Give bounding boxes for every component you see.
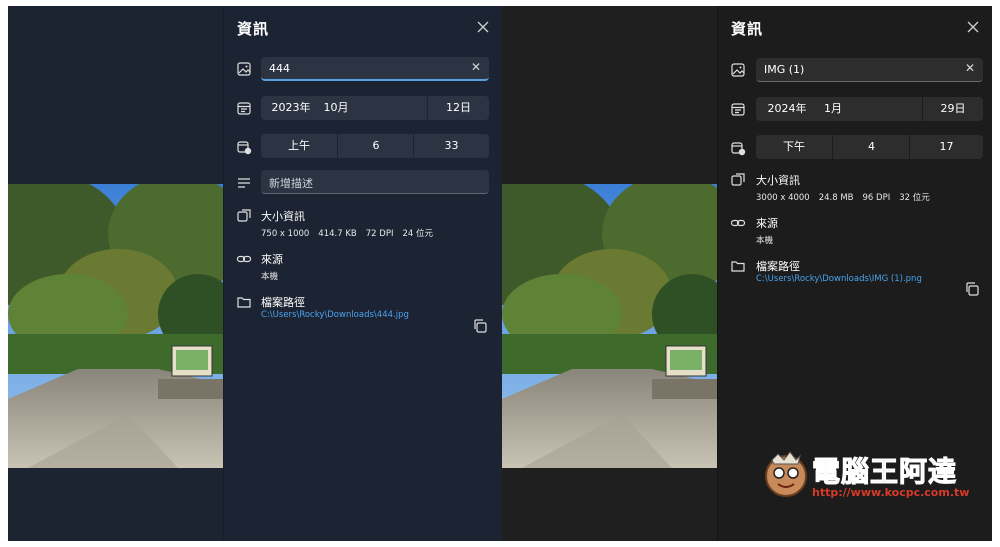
file-name-input[interactable] xyxy=(269,57,463,79)
dpi: 96 DPI xyxy=(862,193,891,203)
source-value: 本機 xyxy=(261,272,279,282)
info-panel: 資訊 ✕ 2023年 10月 12日 上午 6 33 xyxy=(223,6,502,541)
bit-depth: 24 位元 xyxy=(402,229,433,239)
text-lines-icon xyxy=(236,175,252,191)
description-placeholder: 新增描述 xyxy=(269,177,313,190)
folder-icon xyxy=(730,258,746,274)
time-minute[interactable]: 17 xyxy=(909,135,983,159)
date-picker[interactable]: 2023年 10月 12日 xyxy=(261,96,489,120)
time-ampm[interactable]: 下午 xyxy=(756,135,832,159)
calendar-icon xyxy=(730,101,746,117)
panel-title: 資訊 xyxy=(731,20,764,38)
photo-preview xyxy=(8,184,223,468)
clear-icon[interactable]: ✕ xyxy=(965,61,975,75)
file-name-input[interactable] xyxy=(764,58,957,80)
source-value: 本機 xyxy=(756,236,774,246)
watermark-brand: 電腦王阿達 xyxy=(811,455,958,489)
image-size-icon xyxy=(730,172,746,188)
source-title: 來源 xyxy=(261,253,283,266)
copy-path-button[interactable] xyxy=(964,281,980,297)
date-day[interactable]: 12日 xyxy=(427,96,489,120)
photo-viewer-area xyxy=(8,6,223,541)
date-year[interactable]: 2024年 xyxy=(756,97,818,121)
date-picker[interactable]: 2024年 1月 29日 xyxy=(756,97,983,121)
time-hour[interactable]: 6 xyxy=(337,134,414,158)
time-minute[interactable]: 33 xyxy=(413,134,489,158)
close-icon xyxy=(967,21,979,33)
clear-icon[interactable]: ✕ xyxy=(471,60,481,74)
image-icon xyxy=(730,62,746,78)
size-info-values: 3000 x 4000 24.8 MB 96 DPI 32 位元 xyxy=(756,191,939,203)
time-hour[interactable]: 4 xyxy=(832,135,910,159)
calendar-clock-icon xyxy=(236,139,252,155)
date-day[interactable]: 29日 xyxy=(922,97,983,121)
panel-title: 資訊 xyxy=(237,20,270,38)
photo-viewer-area xyxy=(502,6,717,541)
dimensions: 750 x 1000 xyxy=(261,229,310,239)
file-name-field[interactable]: ✕ xyxy=(756,58,983,82)
close-button[interactable] xyxy=(474,18,492,36)
calendar-clock-icon xyxy=(730,140,746,156)
time-ampm[interactable]: 上午 xyxy=(261,134,337,158)
copy-icon xyxy=(474,319,487,333)
date-month[interactable]: 10月 xyxy=(321,96,351,120)
dpi: 72 DPI xyxy=(365,229,394,239)
size-info-title: 大小資訊 xyxy=(756,174,800,187)
date-year[interactable]: 2023年 xyxy=(261,96,321,120)
file-size: 414.7 KB xyxy=(318,229,357,239)
image-size-icon xyxy=(236,208,252,224)
copy-path-button[interactable] xyxy=(472,318,488,334)
link-icon xyxy=(730,215,746,231)
close-icon xyxy=(477,21,489,33)
folder-icon xyxy=(236,294,252,310)
description-field[interactable]: 新增描述 xyxy=(261,170,489,194)
time-picker[interactable]: 下午 4 17 xyxy=(756,135,983,159)
size-info-title: 大小資訊 xyxy=(261,210,305,223)
watermark-url: http://www.kocpc.com.tw xyxy=(812,486,970,499)
size-info-values: 750 x 1000 414.7 KB 72 DPI 24 位元 xyxy=(261,227,442,239)
file-path-link[interactable]: C:\Users\Rocky\Downloads\444.jpg xyxy=(261,310,409,320)
image-icon xyxy=(236,61,252,77)
bit-depth: 32 位元 xyxy=(899,193,930,203)
file-path-title: 檔案路徑 xyxy=(756,260,800,273)
link-icon xyxy=(236,251,252,267)
close-button[interactable] xyxy=(964,18,982,36)
calendar-icon xyxy=(236,100,252,116)
left-screenshot: 資訊 ✕ 2023年 10月 12日 上午 6 33 xyxy=(8,6,502,541)
dimensions: 3000 x 4000 xyxy=(756,193,810,203)
source-title: 來源 xyxy=(756,217,778,230)
file-size: 24.8 MB xyxy=(818,193,854,203)
photo-preview xyxy=(502,184,717,468)
watermark-logo: 電腦王阿達 http://www.kocpc.com.tw xyxy=(762,446,984,506)
file-name-field[interactable]: ✕ xyxy=(261,57,489,81)
date-month[interactable]: 1月 xyxy=(818,97,848,121)
time-picker[interactable]: 上午 6 33 xyxy=(261,134,489,158)
file-path-link[interactable]: C:\Users\Rocky\Downloads\IMG (1).png xyxy=(756,274,922,284)
copy-icon xyxy=(966,282,979,296)
file-path-title: 檔案路徑 xyxy=(261,296,305,309)
